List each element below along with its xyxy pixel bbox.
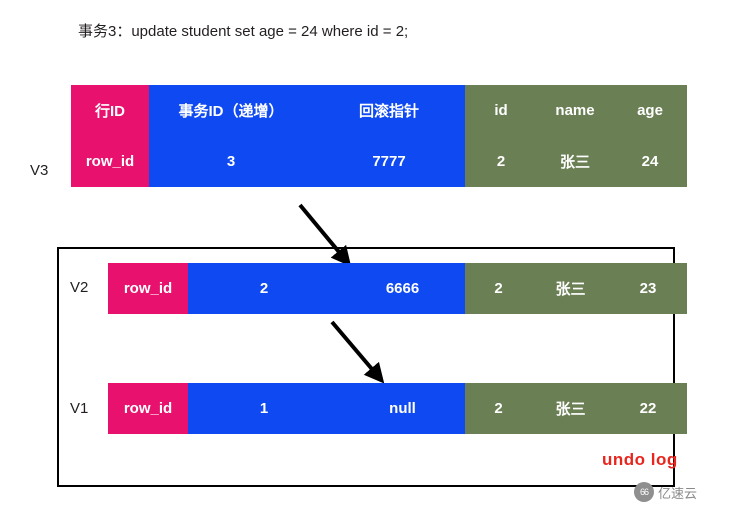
table-header-row: 行ID 事务ID（递增） 回滚指针 id name age: [71, 85, 687, 136]
undo-log-label: undo log: [602, 450, 678, 469]
watermark-text: 亿速云: [658, 485, 698, 501]
header-cell-name: name: [537, 85, 613, 136]
cell-trx-id: 1: [188, 383, 340, 434]
cell-name: 张三: [532, 383, 609, 434]
header-cell-trx-id: 事务ID（递增）: [149, 85, 313, 136]
cell-age: 24: [613, 136, 687, 187]
header-cell-row-id: 行ID: [71, 85, 149, 136]
cell-row-id: row_id: [108, 383, 188, 434]
cell-roll-ptr: 6666: [340, 263, 465, 314]
cell-row-id: row_id: [108, 263, 188, 314]
row-label-v3: V3: [30, 162, 49, 179]
cell-row-id: row_id: [71, 136, 149, 187]
version-table-v1: row_id 1 null 2 张三 22: [108, 383, 687, 434]
header-cell-roll-ptr: 回滚指针: [313, 85, 465, 136]
header-cell-age: age: [613, 85, 687, 136]
cell-name: 张三: [537, 136, 613, 187]
watermark: 66 亿速云: [634, 482, 697, 502]
cell-id: 2: [465, 263, 532, 314]
cell-roll-ptr: 7777: [313, 136, 465, 187]
cell-age: 22: [609, 383, 687, 434]
cell-name: 张三: [532, 263, 609, 314]
table-row: row_id 1 null 2 张三 22: [108, 383, 687, 434]
cell-trx-id: 2: [188, 263, 340, 314]
header-cell-id: id: [465, 85, 537, 136]
row-label-v2: V2: [70, 279, 89, 296]
cell-id: 2: [465, 383, 532, 434]
table-row: row_id 3 7777 2 张三 24: [71, 136, 687, 187]
cell-age: 23: [609, 263, 687, 314]
cell-roll-ptr: null: [340, 383, 465, 434]
row-label-v1: V1: [70, 400, 89, 417]
version-table-v3: 行ID 事务ID（递增） 回滚指针 id name age row_id 3 7…: [71, 85, 687, 187]
cell-trx-id: 3: [149, 136, 313, 187]
table-row: row_id 2 6666 2 张三 23: [108, 263, 687, 314]
cell-id: 2: [465, 136, 537, 187]
version-table-v2: row_id 2 6666 2 张三 23: [108, 263, 687, 314]
watermark-logo-icon: 66: [634, 482, 654, 502]
diagram-caption: 事务3：update student set age = 24 where id…: [78, 23, 409, 40]
